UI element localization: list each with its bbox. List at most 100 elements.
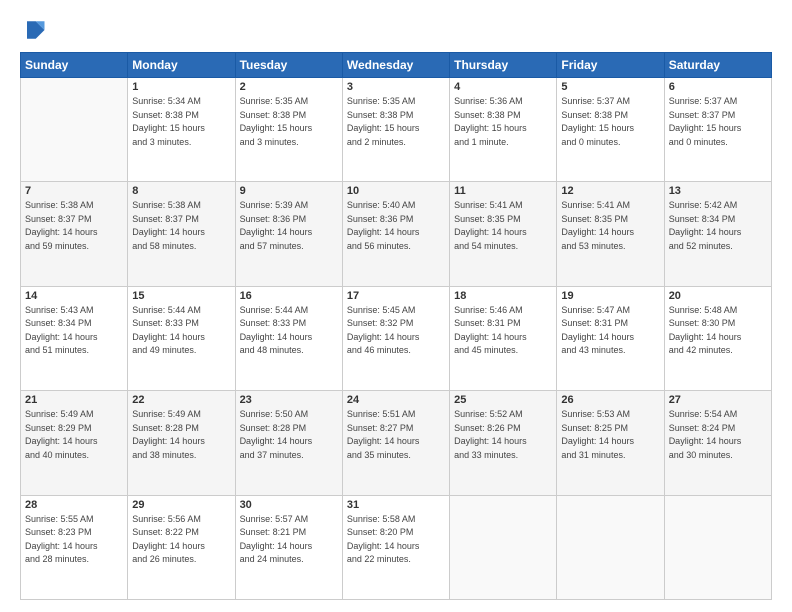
day-number: 4: [454, 81, 552, 93]
day-info: Sunrise: 5:35 AM Sunset: 8:38 PM Dayligh…: [347, 95, 445, 149]
day-number: 26: [561, 394, 659, 406]
weekday-header-friday: Friday: [557, 53, 664, 78]
week-row-5: 28 Sunrise: 5:55 AM Sunset: 8:23 PM Dayli…: [21, 495, 772, 599]
day-number: 23: [240, 394, 338, 406]
calendar-cell: 16 Sunrise: 5:44 AM Sunset: 8:33 PM Dayli…: [235, 286, 342, 390]
calendar-cell: 20Sunrise: 5:48 AM Sunset: 8:30 PM Dayli…: [664, 286, 771, 390]
day-number: 2: [240, 81, 338, 93]
calendar-cell: 8 Sunrise: 5:38 AM Sunset: 8:37 PM Daylig…: [128, 182, 235, 286]
day-info: Sunrise: 5:37 AM Sunset: 8:38 PM Dayligh…: [561, 95, 659, 149]
logo: [20, 16, 50, 44]
day-number: 14: [25, 290, 123, 302]
day-number: 17: [347, 290, 445, 302]
day-number: 19: [561, 290, 659, 302]
day-info: Sunrise: 5:34 AM Sunset: 8:38 PM Dayligh…: [132, 95, 230, 149]
day-info: Sunrise: 5:58 AM Sunset: 8:20 PM Dayligh…: [347, 513, 445, 567]
day-number: 5: [561, 81, 659, 93]
day-info: Sunrise: 5:54 AM Sunset: 8:24 PM Dayligh…: [669, 408, 767, 462]
calendar-cell: 13Sunrise: 5:42 AM Sunset: 8:34 PM Dayli…: [664, 182, 771, 286]
calendar-cell: [664, 495, 771, 599]
calendar-cell: 22 Sunrise: 5:49 AM Sunset: 8:28 PM Dayli…: [128, 391, 235, 495]
day-number: 15: [132, 290, 230, 302]
day-number: 30: [240, 499, 338, 511]
day-number: 6: [669, 81, 767, 93]
day-number: 25: [454, 394, 552, 406]
calendar-cell: 6 Sunrise: 5:37 AM Sunset: 8:37 PM Daylig…: [664, 78, 771, 182]
calendar-cell: 26 Sunrise: 5:53 AM Sunset: 8:25 PM Dayli…: [557, 391, 664, 495]
day-number: 22: [132, 394, 230, 406]
day-number: 28: [25, 499, 123, 511]
day-info: Sunrise: 5:41 AM Sunset: 8:35 PM Dayligh…: [561, 199, 659, 253]
calendar: SundayMondayTuesdayWednesdayThursdayFrid…: [20, 52, 772, 600]
day-info: Sunrise: 5:49 AM Sunset: 8:29 PM Dayligh…: [25, 408, 123, 462]
calendar-cell: 24Sunrise: 5:51 AM Sunset: 8:27 PM Dayli…: [342, 391, 449, 495]
calendar-cell: 11 Sunrise: 5:41 AM Sunset: 8:35 PM Dayli…: [450, 182, 557, 286]
day-info: Sunrise: 5:50 AM Sunset: 8:28 PM Dayligh…: [240, 408, 338, 462]
calendar-cell: 1 Sunrise: 5:34 AM Sunset: 8:38 PM Daylig…: [128, 78, 235, 182]
calendar-cell: [21, 78, 128, 182]
calendar-cell: 7Sunrise: 5:38 AM Sunset: 8:37 PM Daylig…: [21, 182, 128, 286]
day-number: 3: [347, 81, 445, 93]
day-info: Sunrise: 5:55 AM Sunset: 8:23 PM Dayligh…: [25, 513, 123, 567]
calendar-cell: 4Sunrise: 5:36 AM Sunset: 8:38 PM Daylig…: [450, 78, 557, 182]
day-info: Sunrise: 5:43 AM Sunset: 8:34 PM Dayligh…: [25, 304, 123, 358]
day-info: Sunrise: 5:46 AM Sunset: 8:31 PM Dayligh…: [454, 304, 552, 358]
calendar-cell: 15 Sunrise: 5:44 AM Sunset: 8:33 PM Dayli…: [128, 286, 235, 390]
day-info: Sunrise: 5:53 AM Sunset: 8:25 PM Dayligh…: [561, 408, 659, 462]
day-number: 9: [240, 185, 338, 197]
day-number: 31: [347, 499, 445, 511]
weekday-header-wednesday: Wednesday: [342, 53, 449, 78]
logo-icon: [20, 16, 48, 44]
weekday-header-monday: Monday: [128, 53, 235, 78]
day-info: Sunrise: 5:48 AM Sunset: 8:30 PM Dayligh…: [669, 304, 767, 358]
calendar-cell: 3 Sunrise: 5:35 AM Sunset: 8:38 PM Daylig…: [342, 78, 449, 182]
day-info: Sunrise: 5:57 AM Sunset: 8:21 PM Dayligh…: [240, 513, 338, 567]
calendar-cell: 25 Sunrise: 5:52 AM Sunset: 8:26 PM Dayli…: [450, 391, 557, 495]
calendar-cell: 9 Sunrise: 5:39 AM Sunset: 8:36 PM Daylig…: [235, 182, 342, 286]
calendar-cell: 18Sunrise: 5:46 AM Sunset: 8:31 PM Dayli…: [450, 286, 557, 390]
week-row-2: 7Sunrise: 5:38 AM Sunset: 8:37 PM Daylig…: [21, 182, 772, 286]
calendar-cell: 2 Sunrise: 5:35 AM Sunset: 8:38 PM Daylig…: [235, 78, 342, 182]
day-info: Sunrise: 5:56 AM Sunset: 8:22 PM Dayligh…: [132, 513, 230, 567]
day-info: Sunrise: 5:35 AM Sunset: 8:38 PM Dayligh…: [240, 95, 338, 149]
header: [20, 16, 772, 44]
calendar-cell: 12 Sunrise: 5:41 AM Sunset: 8:35 PM Dayli…: [557, 182, 664, 286]
day-info: Sunrise: 5:42 AM Sunset: 8:34 PM Dayligh…: [669, 199, 767, 253]
day-info: Sunrise: 5:38 AM Sunset: 8:37 PM Dayligh…: [132, 199, 230, 253]
calendar-cell: [450, 495, 557, 599]
calendar-cell: 23 Sunrise: 5:50 AM Sunset: 8:28 PM Dayli…: [235, 391, 342, 495]
weekday-header-sunday: Sunday: [21, 53, 128, 78]
calendar-cell: 27 Sunrise: 5:54 AM Sunset: 8:24 PM Dayli…: [664, 391, 771, 495]
day-number: 10: [347, 185, 445, 197]
calendar-cell: 5 Sunrise: 5:37 AM Sunset: 8:38 PM Daylig…: [557, 78, 664, 182]
calendar-cell: 29Sunrise: 5:56 AM Sunset: 8:22 PM Dayli…: [128, 495, 235, 599]
day-number: 24: [347, 394, 445, 406]
day-info: Sunrise: 5:44 AM Sunset: 8:33 PM Dayligh…: [240, 304, 338, 358]
calendar-cell: [557, 495, 664, 599]
calendar-cell: 10Sunrise: 5:40 AM Sunset: 8:36 PM Dayli…: [342, 182, 449, 286]
week-row-1: 1 Sunrise: 5:34 AM Sunset: 8:38 PM Daylig…: [21, 78, 772, 182]
day-number: 11: [454, 185, 552, 197]
day-number: 21: [25, 394, 123, 406]
weekday-header-tuesday: Tuesday: [235, 53, 342, 78]
day-number: 1: [132, 81, 230, 93]
calendar-cell: 30 Sunrise: 5:57 AM Sunset: 8:21 PM Dayli…: [235, 495, 342, 599]
day-info: Sunrise: 5:49 AM Sunset: 8:28 PM Dayligh…: [132, 408, 230, 462]
day-info: Sunrise: 5:47 AM Sunset: 8:31 PM Dayligh…: [561, 304, 659, 358]
week-row-4: 21 Sunrise: 5:49 AM Sunset: 8:29 PM Dayli…: [21, 391, 772, 495]
week-row-3: 14 Sunrise: 5:43 AM Sunset: 8:34 PM Dayli…: [21, 286, 772, 390]
day-info: Sunrise: 5:39 AM Sunset: 8:36 PM Dayligh…: [240, 199, 338, 253]
calendar-cell: 28 Sunrise: 5:55 AM Sunset: 8:23 PM Dayli…: [21, 495, 128, 599]
day-info: Sunrise: 5:44 AM Sunset: 8:33 PM Dayligh…: [132, 304, 230, 358]
day-number: 8: [132, 185, 230, 197]
day-number: 12: [561, 185, 659, 197]
day-info: Sunrise: 5:45 AM Sunset: 8:32 PM Dayligh…: [347, 304, 445, 358]
calendar-cell: 31 Sunrise: 5:58 AM Sunset: 8:20 PM Dayli…: [342, 495, 449, 599]
day-info: Sunrise: 5:52 AM Sunset: 8:26 PM Dayligh…: [454, 408, 552, 462]
day-info: Sunrise: 5:41 AM Sunset: 8:35 PM Dayligh…: [454, 199, 552, 253]
day-number: 27: [669, 394, 767, 406]
day-number: 16: [240, 290, 338, 302]
day-info: Sunrise: 5:37 AM Sunset: 8:37 PM Dayligh…: [669, 95, 767, 149]
weekday-header-row: SundayMondayTuesdayWednesdayThursdayFrid…: [21, 53, 772, 78]
calendar-cell: 19 Sunrise: 5:47 AM Sunset: 8:31 PM Dayli…: [557, 286, 664, 390]
